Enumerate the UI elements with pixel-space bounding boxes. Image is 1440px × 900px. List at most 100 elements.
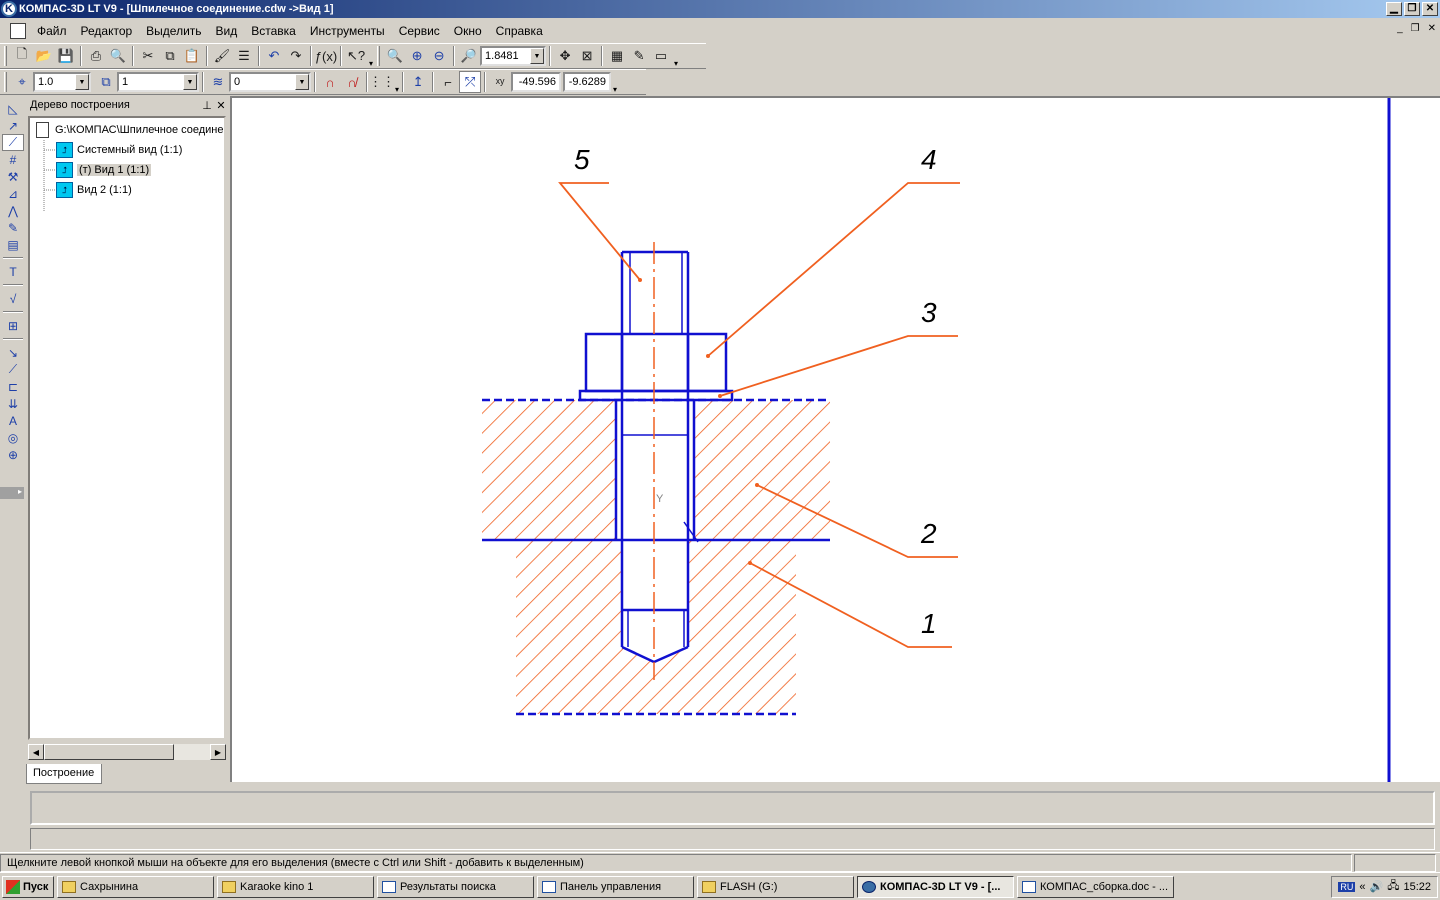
tray-expand-icon[interactable]: « — [1359, 881, 1365, 893]
volume-icon[interactable]: 🔊 — [1370, 880, 1384, 893]
taskbar-button-folder-1[interactable]: Сахрынина — [57, 875, 214, 898]
taskbar-button-flash[interactable]: FLASH (G:) — [697, 875, 854, 898]
selection-tool[interactable]: ⋀ — [2, 202, 24, 219]
mdi-close-icon[interactable]: ✕ — [1428, 23, 1436, 34]
close-button[interactable]: ✕ — [1422, 2, 1438, 16]
tolerance-tool[interactable]: ◎ — [2, 429, 24, 446]
regenerate-button[interactable]: ▦ — [606, 45, 628, 67]
stud-connection-drawing[interactable]: Y 5 4 3 2 1 — [232, 98, 1440, 782]
taskbar-button-folder-2[interactable]: Karaoke kino 1 — [217, 875, 374, 898]
restore-button[interactable]: ❐ — [1404, 2, 1420, 16]
screen-button[interactable]: ▭ — [650, 45, 672, 67]
toolbar-overflow-icon[interactable]: ▾ — [369, 59, 373, 68]
scroll-left-icon[interactable]: ◀ — [28, 744, 44, 760]
zoom-out-button[interactable]: ⊖ — [428, 45, 450, 67]
section-tool[interactable]: A — [2, 412, 24, 429]
menu-select[interactable]: Выделить — [139, 21, 208, 41]
roughness-tool[interactable]: √ — [2, 290, 24, 307]
scroll-right-icon[interactable]: ▶ — [210, 744, 226, 760]
tree-item-system-view[interactable]: ⮥ Системный вид (1:1) — [56, 141, 182, 159]
start-button[interactable]: Пуск — [2, 875, 54, 898]
current-view-button[interactable]: ⧉ — [95, 71, 117, 93]
base-tool[interactable]: ⊏ — [2, 378, 24, 395]
ortho-button[interactable]: ⌐ — [437, 71, 459, 93]
layer-combo[interactable]: 0 ▼ — [229, 72, 311, 92]
coord-y-field[interactable]: -9.6289 — [563, 72, 612, 92]
save-button[interactable]: 💾 — [55, 45, 77, 67]
local-cs-button[interactable]: ↥ — [407, 71, 429, 93]
pin-icon[interactable]: ⊥ — [200, 99, 214, 112]
network-icon[interactable]: 🖧 — [1387, 877, 1399, 896]
tree-close-icon[interactable]: ✕ — [214, 99, 228, 112]
coord-x-field[interactable]: -49.596 — [511, 72, 562, 92]
tree-hscrollbar[interactable]: ◀ ▶ — [28, 744, 226, 760]
chevron-down-icon[interactable]: ▼ — [295, 74, 309, 90]
taskbar-button-kompas[interactable]: КОМПАС-3D LT V9 - [... — [857, 875, 1014, 898]
tree-item-view-1[interactable]: ⮥ (т) Вид 1 (1:1) — [56, 161, 152, 179]
position-tool[interactable]: ⟋ — [2, 361, 24, 378]
edit-tool[interactable]: ↗ — [2, 117, 24, 134]
menu-insert[interactable]: Вставка — [244, 21, 303, 41]
taskbar-button-search[interactable]: Результаты поиска — [377, 875, 534, 898]
view-combo[interactable]: 1 ▼ — [117, 72, 199, 92]
dimensions-tool[interactable]: ⟋ — [2, 134, 24, 151]
geometry-tool[interactable]: ◺ — [2, 100, 24, 117]
zoom-window-button[interactable]: 🔍 — [384, 45, 406, 67]
menu-file[interactable]: Файл — [30, 21, 74, 41]
snaps-button[interactable]: ∩ — [319, 71, 341, 93]
minimize-button[interactable]: ▁ — [1386, 2, 1402, 16]
cut-button[interactable]: ✂ — [137, 45, 159, 67]
grid-dropdown-icon[interactable]: ▾ — [395, 85, 399, 94]
menu-window[interactable]: Окно — [447, 21, 489, 41]
new-file-button[interactable]: 🗋 — [11, 45, 33, 67]
zoom-in-button[interactable]: ⊕ — [406, 45, 428, 67]
zoom-combo[interactable]: 1.8481 ▼ — [480, 46, 547, 66]
variables-button[interactable]: ƒ(x) — [315, 45, 337, 67]
document-icon[interactable] — [10, 23, 26, 39]
undo-button[interactable]: ↶ — [263, 45, 285, 67]
leader-tool[interactable]: ↘ — [2, 344, 24, 361]
center-mark-tool[interactable]: ⊕ — [2, 446, 24, 463]
print-button[interactable]: ⎙ — [85, 45, 107, 67]
reports-tool[interactable]: ▤ — [2, 236, 24, 253]
menu-service[interactable]: Сервис — [392, 21, 447, 41]
grid-button[interactable]: ⋮⋮ — [369, 71, 395, 93]
toolbar-grip[interactable] — [4, 46, 7, 66]
toolbar-overflow-icon[interactable]: ▾ — [674, 59, 678, 68]
arrow-view-tool[interactable]: ⇊ — [2, 395, 24, 412]
parametrization-tool[interactable]: ⚒ — [2, 168, 24, 185]
tree-root[interactable]: G:\КОМПАС\Шпилечное соединение — [36, 121, 224, 139]
symbols-tool[interactable]: # — [2, 151, 24, 168]
properties-button[interactable]: 🖌 — [211, 45, 233, 67]
drawing-canvas[interactable]: Y 5 4 3 2 1 — [230, 96, 1440, 782]
scroll-thumb[interactable] — [44, 744, 174, 760]
cursor-step-button[interactable]: ⌖ — [11, 71, 33, 93]
toolbar-overflow-icon[interactable]: ▾ — [613, 85, 617, 94]
zoom-scale-button[interactable]: 🔎 — [458, 45, 480, 67]
current-layer-button[interactable]: ≋ — [207, 71, 229, 93]
redo-button[interactable]: ↷ — [285, 45, 307, 67]
round-button[interactable]: ⤱ — [459, 71, 482, 93]
measure-tool[interactable]: ⊿ — [2, 185, 24, 202]
toolbar-grip[interactable] — [377, 46, 381, 66]
tab-build[interactable]: Построение — [26, 764, 102, 784]
spec-tool[interactable]: ✎ — [2, 219, 24, 236]
chevron-down-icon[interactable]: ▼ — [183, 74, 197, 90]
compact-panel-expand[interactable]: ▸ — [0, 487, 24, 499]
table-tool[interactable]: ⊞ — [2, 317, 24, 334]
copy-button[interactable]: ⧉ — [159, 45, 181, 67]
taskbar-button-control-panel[interactable]: Панель управления — [537, 875, 694, 898]
menu-editor[interactable]: Редактор — [74, 21, 140, 41]
paste-button[interactable]: 📋 — [181, 45, 203, 67]
language-indicator[interactable]: RU — [1338, 881, 1356, 892]
step-combo[interactable]: 1.0 ▼ — [33, 72, 91, 92]
open-button[interactable]: 📂 — [33, 45, 55, 67]
mdi-restore-icon[interactable]: ❐ — [1411, 23, 1420, 34]
local-snaps-button[interactable]: ∩̸ — [341, 71, 363, 93]
mdi-minimize-icon[interactable]: _ — [1397, 23, 1403, 34]
text-tool[interactable]: T — [2, 263, 24, 280]
manager-button[interactable]: ☰ — [233, 45, 255, 67]
layers-button[interactable]: ✎ — [628, 45, 650, 67]
show-all-button[interactable]: ⊠ — [576, 45, 598, 67]
menu-tools[interactable]: Инструменты — [303, 21, 392, 41]
